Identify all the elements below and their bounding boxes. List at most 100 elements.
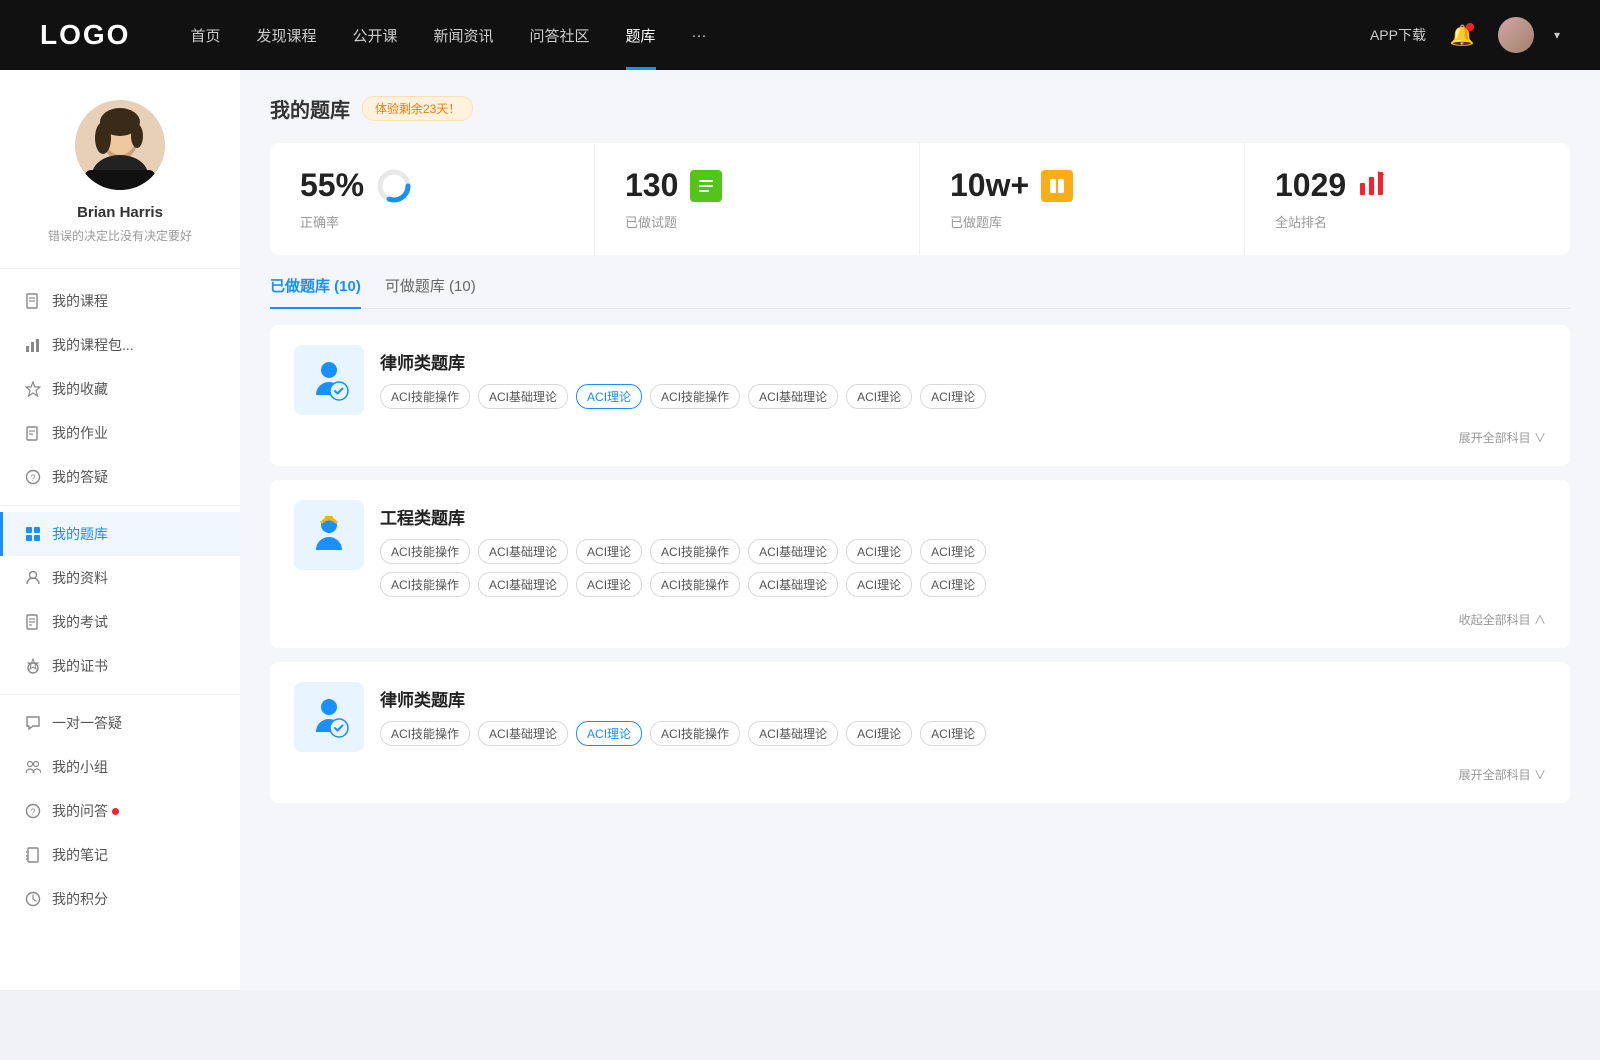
sidebar-item-1on1[interactable]: 一对一答疑 xyxy=(0,701,240,745)
list-icon xyxy=(690,170,722,202)
stat-label-done: 已做试题 xyxy=(625,212,889,231)
sidebar-item-group[interactable]: 我的小组 xyxy=(0,745,240,789)
sidebar-label-qa: 我的答疑 xyxy=(52,467,108,487)
bank-icon-lawyer-1 xyxy=(294,345,364,415)
tag-3-7[interactable]: ACI理论 xyxy=(920,721,986,746)
tag-2-9[interactable]: ACI基础理论 xyxy=(478,572,568,597)
tag-2-8[interactable]: ACI技能操作 xyxy=(380,572,470,597)
pie-chart-icon xyxy=(376,168,412,204)
tag-1-1[interactable]: ACI技能操作 xyxy=(380,384,470,409)
app-download-button[interactable]: APP下载 xyxy=(1370,25,1426,45)
sidebar-item-points[interactable]: 我的积分 xyxy=(0,877,240,921)
sidebar-item-notes[interactable]: 我的笔记 xyxy=(0,833,240,877)
stat-label-banks: 已做题库 xyxy=(950,212,1214,231)
sidebar-label-course-pack: 我的课程包... xyxy=(52,335,134,355)
tag-2-1[interactable]: ACI技能操作 xyxy=(380,539,470,564)
nav-discover[interactable]: 发现课程 xyxy=(256,25,316,46)
stat-label-accuracy: 正确率 xyxy=(300,212,564,231)
book-icon xyxy=(1041,170,1073,202)
ranking-icon xyxy=(1358,169,1386,203)
profile-name: Brian Harris xyxy=(77,204,163,221)
tag-2-5[interactable]: ACI基础理论 xyxy=(748,539,838,564)
nav-open-course[interactable]: 公开课 xyxy=(352,25,397,46)
tag-2-4[interactable]: ACI技能操作 xyxy=(650,539,740,564)
collapse-link-2[interactable]: 收起全部科目 ∧ xyxy=(294,611,1546,628)
sidebar-item-course-pack[interactable]: 我的课程包... xyxy=(0,323,240,367)
edit-icon xyxy=(24,424,42,442)
medal-icon xyxy=(24,657,42,675)
tag-2-10[interactable]: ACI理论 xyxy=(576,572,642,597)
bar-chart-icon xyxy=(24,336,42,354)
tag-1-3[interactable]: ACI理论 xyxy=(576,384,642,409)
notification-bell[interactable]: 🔔 xyxy=(1446,19,1478,51)
bank-name-1: 律师类题库 xyxy=(380,345,1546,374)
sidebar-item-homework[interactable]: 我的作业 xyxy=(0,411,240,455)
sidebar: Brian Harris 错误的决定比没有决定要好 我的课程 我的课程包... xyxy=(0,70,240,990)
sidebar-item-my-courses[interactable]: 我的课程 xyxy=(0,279,240,323)
tag-2-13[interactable]: ACI理论 xyxy=(846,572,912,597)
tag-3-5[interactable]: ACI基础理论 xyxy=(748,721,838,746)
bank-name-2: 工程类题库 xyxy=(380,500,1546,529)
sidebar-item-certificate[interactable]: 我的证书 xyxy=(0,644,240,688)
sidebar-label-exam: 我的考试 xyxy=(52,612,108,632)
nav-more[interactable]: ··· xyxy=(692,27,707,44)
tag-3-3[interactable]: ACI理论 xyxy=(576,721,642,746)
stat-value-ranking: 1029 xyxy=(1275,167,1346,204)
bank-header-3: 律师类题库 ACI技能操作 ACI基础理论 ACI理论 ACI技能操作 ACI基… xyxy=(294,682,1546,752)
tag-1-2[interactable]: ACI基础理论 xyxy=(478,384,568,409)
tag-2-11[interactable]: ACI技能操作 xyxy=(650,572,740,597)
tag-2-6[interactable]: ACI理论 xyxy=(846,539,912,564)
tag-1-6[interactable]: ACI理论 xyxy=(846,384,912,409)
nav-menu: 首页 发现课程 公开课 新闻资讯 问答社区 题库 ··· xyxy=(190,25,1370,46)
notification-dot xyxy=(1466,23,1474,31)
svg-text:?: ? xyxy=(30,473,35,483)
svg-text:?: ? xyxy=(30,807,35,817)
nav-news[interactable]: 新闻资讯 xyxy=(434,25,494,46)
sidebar-label-my-qa: 我的问答 xyxy=(52,801,108,821)
doc-icon xyxy=(24,613,42,631)
avatar[interactable] xyxy=(1498,17,1534,53)
sidebar-item-my-qa[interactable]: ? 我的问答 xyxy=(0,789,240,833)
tag-1-7[interactable]: ACI理论 xyxy=(920,384,986,409)
tag-3-4[interactable]: ACI技能操作 xyxy=(650,721,740,746)
tabs-row: 已做题库 (10) 可做题库 (10) xyxy=(270,275,1570,309)
sidebar-label-points: 我的积分 xyxy=(52,889,108,909)
tab-done-banks[interactable]: 已做题库 (10) xyxy=(270,275,361,308)
nav-qa[interactable]: 问答社区 xyxy=(530,25,590,46)
tag-2-2[interactable]: ACI基础理论 xyxy=(478,539,568,564)
sidebar-label-my-bank: 我的题库 xyxy=(52,524,108,544)
notebook-icon xyxy=(24,846,42,864)
expand-link-3[interactable]: 展开全部科目 ∨ xyxy=(294,766,1546,783)
tag-1-4[interactable]: ACI技能操作 xyxy=(650,384,740,409)
sidebar-item-my-bank[interactable]: 我的题库 xyxy=(0,512,240,556)
bank-info-2: 工程类题库 ACI技能操作 ACI基础理论 ACI理论 ACI技能操作 ACI基… xyxy=(380,500,1546,597)
tag-2-3[interactable]: ACI理论 xyxy=(576,539,642,564)
sidebar-item-favorites[interactable]: 我的收藏 xyxy=(0,367,240,411)
profile-motto: 错误的决定比没有决定要好 xyxy=(48,227,192,244)
bank-icon-lawyer-3 xyxy=(294,682,364,752)
tag-3-1[interactable]: ACI技能操作 xyxy=(380,721,470,746)
tag-2-12[interactable]: ACI基础理论 xyxy=(748,572,838,597)
tag-3-6[interactable]: ACI理论 xyxy=(846,721,912,746)
tag-3-2[interactable]: ACI基础理论 xyxy=(478,721,568,746)
sidebar-label-favorites: 我的收藏 xyxy=(52,379,108,399)
tags-row-3: ACI技能操作 ACI基础理论 ACI理论 ACI技能操作 ACI基础理论 AC… xyxy=(380,721,1546,746)
question-circle-icon: ? xyxy=(24,802,42,820)
sidebar-item-qa[interactable]: ? 我的答疑 xyxy=(0,455,240,499)
file-icon xyxy=(24,292,42,310)
stat-value-accuracy: 55% xyxy=(300,167,364,204)
stat-done-banks: 10w+ 已做题库 xyxy=(920,143,1245,255)
nav-home[interactable]: 首页 xyxy=(190,25,220,46)
sidebar-item-exam[interactable]: 我的考试 xyxy=(0,600,240,644)
nav-quiz[interactable]: 题库 xyxy=(626,25,656,46)
tag-2-14[interactable]: ACI理论 xyxy=(920,572,986,597)
layout: Brian Harris 错误的决定比没有决定要好 我的课程 我的课程包... xyxy=(0,70,1600,990)
sidebar-label-my-courses: 我的课程 xyxy=(52,291,108,311)
expand-link-1[interactable]: 展开全部科目 ∨ xyxy=(294,429,1546,446)
tag-1-5[interactable]: ACI基础理论 xyxy=(748,384,838,409)
tag-2-7[interactable]: ACI理论 xyxy=(920,539,986,564)
sidebar-item-profile[interactable]: 我的资料 xyxy=(0,556,240,600)
star-icon xyxy=(24,380,42,398)
chevron-down-icon[interactable]: ▾ xyxy=(1554,28,1560,42)
tab-available-banks[interactable]: 可做题库 (10) xyxy=(385,275,476,308)
